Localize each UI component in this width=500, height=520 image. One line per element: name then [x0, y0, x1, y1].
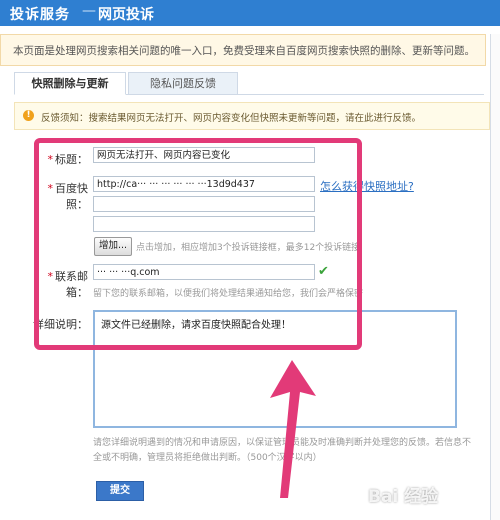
header-title: 投诉服务	[10, 7, 70, 23]
warning-icon: !	[23, 110, 34, 121]
watermark-logo: Bai 经验	[368, 487, 439, 507]
right-panel-edge	[490, 34, 500, 520]
header-bar: 投诉服务 — 网页投诉	[0, 0, 500, 26]
tab-snapshot-update[interactable]: 快照删除与更新	[14, 72, 126, 95]
notice-banner: 本页面是处理网页搜索相关问题的唯一入口，免费受理来自百度网页搜索快照的删除、更新…	[0, 34, 486, 66]
arrow-icon	[270, 360, 316, 498]
highlight-box	[34, 138, 362, 350]
tip-text: 反馈须知：搜索结果网页无法打开、网页内容变化但快照未更新等问题，请在此进行反馈。	[41, 113, 422, 124]
submit-button[interactable]: 提交	[96, 481, 144, 501]
header-separator: —	[82, 3, 96, 19]
notice-text: 本页面是处理网页搜索相关问题的唯一入口，免费受理来自百度网页搜索快照的删除、更新…	[13, 45, 475, 57]
tab-bar: 快照删除与更新 隐私问题反馈	[14, 72, 484, 95]
tab-privacy-feedback[interactable]: 隐私问题反馈	[128, 72, 238, 95]
feedback-tip: ! 反馈须知：搜索结果网页无法打开、网页内容变化但快照未更新等问题，请在此进行反…	[14, 102, 490, 130]
header-subtitle: 网页投诉	[98, 7, 154, 23]
